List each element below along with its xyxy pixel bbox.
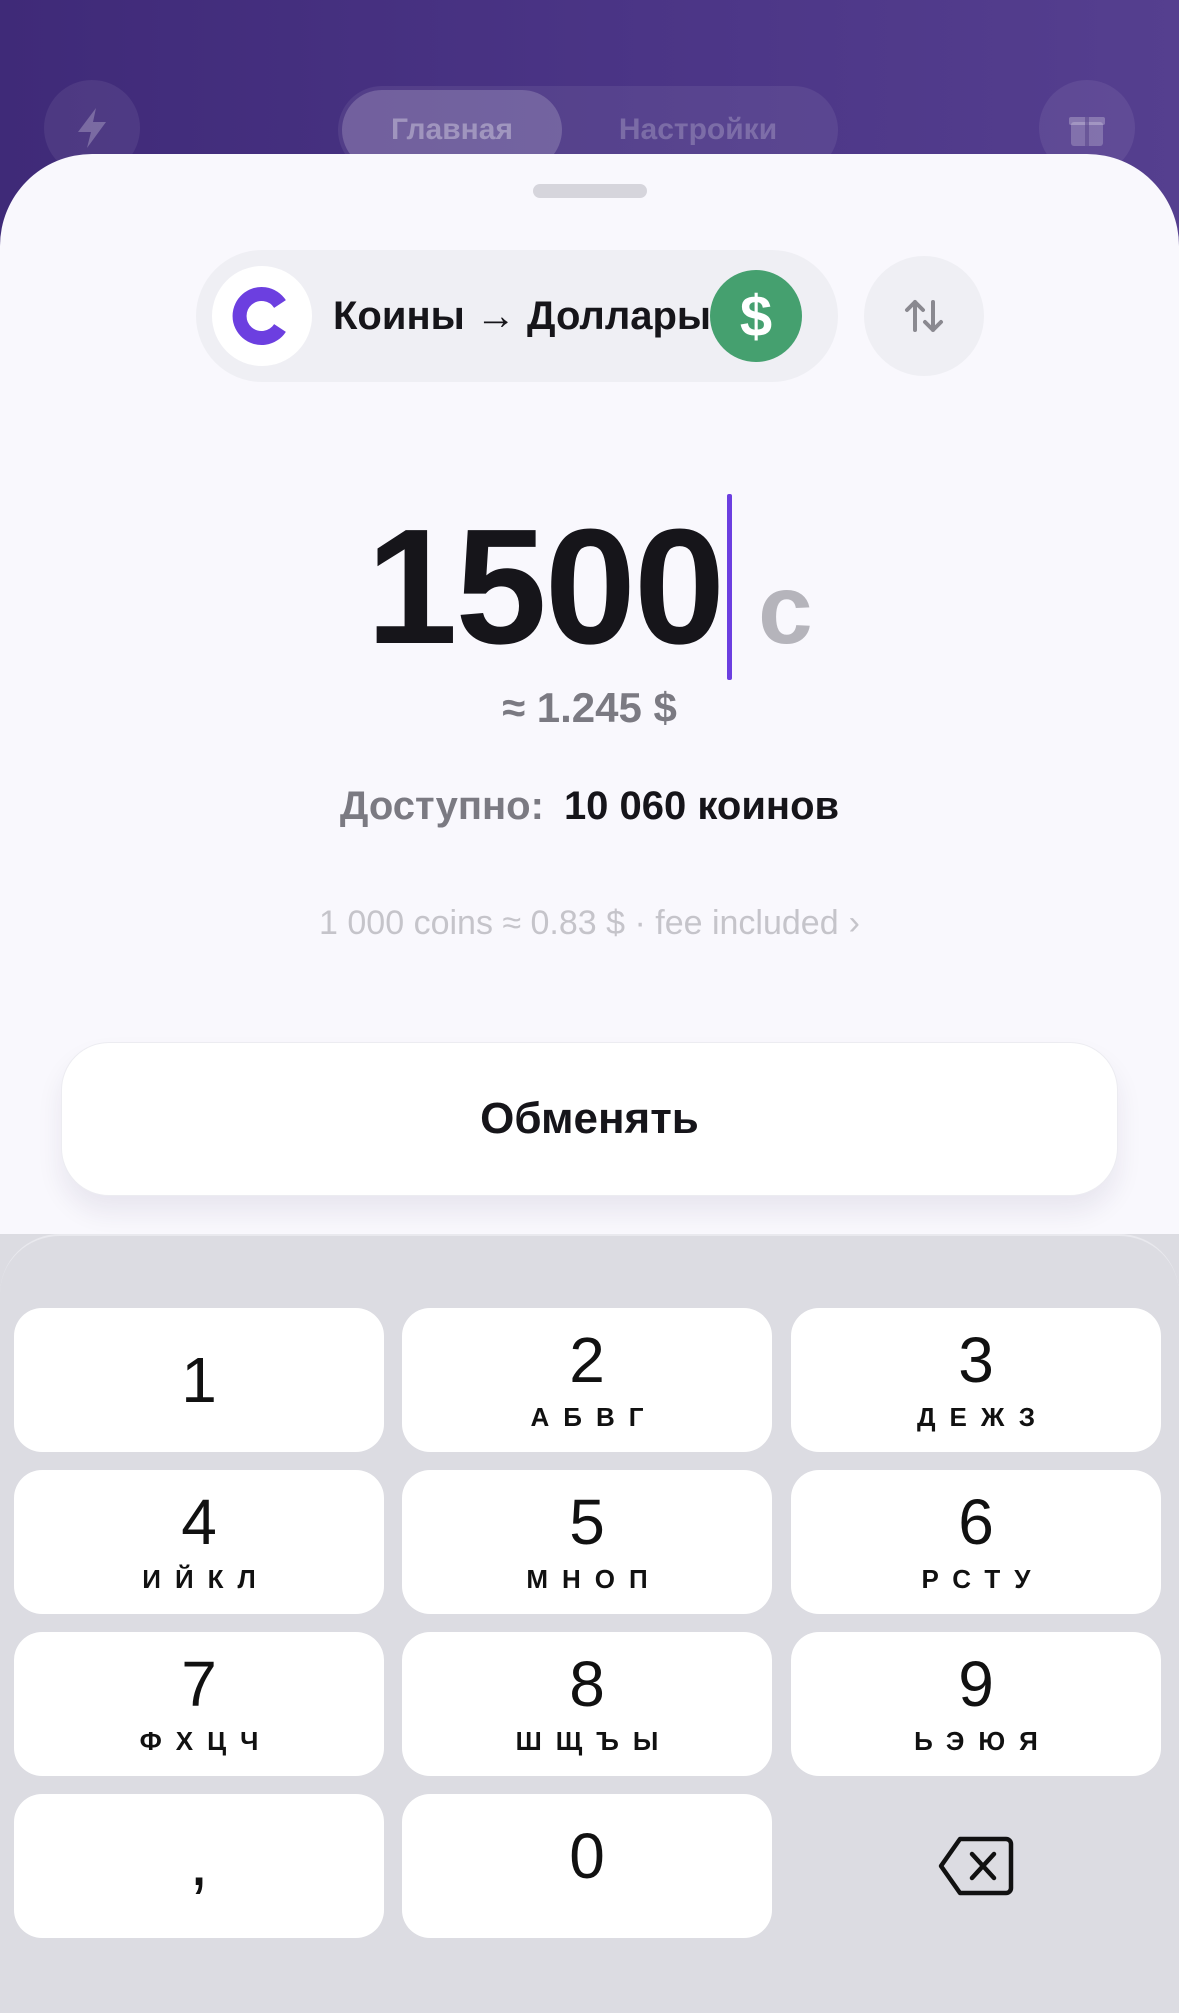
available-balance: Доступно: 10 060 коинов xyxy=(0,784,1179,829)
key-3[interactable]: 3 ДЕЖЗ xyxy=(791,1308,1161,1452)
key-letters: ДЕЖЗ xyxy=(917,1401,1049,1432)
key-letters: РСТУ xyxy=(921,1563,1045,1594)
key-letters: ФХЦЧ xyxy=(139,1725,273,1756)
numeric-keypad: 1 2 АБВГ 3 ДЕЖЗ 4 ИЙКЛ 5 МНОП 6 РСТУ 7 Ф… xyxy=(0,1234,1179,2013)
key-digit: 5 xyxy=(569,1485,605,1558)
key-digit: 0 xyxy=(569,1820,605,1892)
key-digit: 9 xyxy=(958,1647,994,1720)
key-letters: МНОП xyxy=(526,1563,662,1594)
text-caret xyxy=(727,494,733,680)
key-digit: 3 xyxy=(958,1323,994,1396)
key-letters: АБВГ xyxy=(530,1401,658,1432)
rate-info-link[interactable]: 1 000 coins ≈ 0.83 $ · fee included › xyxy=(0,904,1179,943)
amount-unit: c xyxy=(758,554,813,664)
key-digit: 7 xyxy=(181,1647,217,1720)
key-digit: 4 xyxy=(181,1485,217,1558)
available-label: Доступно: xyxy=(339,784,544,828)
key-0[interactable]: 0 xyxy=(402,1794,772,1938)
key-4[interactable]: 4 ИЙКЛ xyxy=(14,1470,384,1614)
swap-arrows-icon xyxy=(905,300,943,332)
key-1[interactable]: 1 xyxy=(14,1308,384,1452)
key-5[interactable]: 5 МНОП xyxy=(402,1470,772,1614)
key-letters: ЬЭЮЯ xyxy=(914,1725,1052,1756)
key-digit: 8 xyxy=(569,1647,605,1720)
rate-info-text: 1 000 coins ≈ 0.83 $ · fee included xyxy=(319,904,839,942)
swap-button[interactable] xyxy=(864,256,984,376)
key-letters: ИЙКЛ xyxy=(142,1563,270,1594)
key-comma-symbol: , xyxy=(189,1822,209,1900)
key-digit: 2 xyxy=(569,1323,605,1396)
sheet-grabber[interactable] xyxy=(533,184,647,198)
backspace-icon xyxy=(938,1836,1014,1896)
exchange-button[interactable]: Обменять xyxy=(61,1042,1118,1196)
approx-value: ≈ 1.245 $ xyxy=(502,684,677,731)
key-backspace[interactable] xyxy=(791,1794,1161,1938)
amount-value: 1500 xyxy=(366,495,725,678)
key-8[interactable]: 8 ШЩЪЫ xyxy=(402,1632,772,1776)
key-2[interactable]: 2 АБВГ xyxy=(402,1308,772,1452)
currency-pair-selector[interactable]: Коины → Доллары $ xyxy=(196,250,838,382)
key-7[interactable]: 7 ФХЦЧ xyxy=(14,1632,384,1776)
key-comma[interactable]: , xyxy=(14,1794,384,1938)
key-6[interactable]: 6 РСТУ xyxy=(791,1470,1161,1614)
key-9[interactable]: 9 ЬЭЮЯ xyxy=(791,1632,1161,1776)
key-digit: 1 xyxy=(181,1344,217,1416)
coin-icon xyxy=(212,266,312,366)
dollar-icon: $ xyxy=(710,270,802,362)
chevron-right-icon: › xyxy=(848,904,860,942)
amount-input[interactable]: 1500 c xyxy=(0,482,1179,692)
available-value: 10 060 коинов xyxy=(563,784,840,828)
key-letters: ШЩЪЫ xyxy=(515,1725,673,1756)
currency-pair-label: Коины → Доллары xyxy=(333,294,712,338)
key-digit: 6 xyxy=(958,1485,994,1558)
exchange-sheet: Коины → Доллары $ 1500 c ≈ 1.245 $ Досту… xyxy=(0,154,1179,1234)
